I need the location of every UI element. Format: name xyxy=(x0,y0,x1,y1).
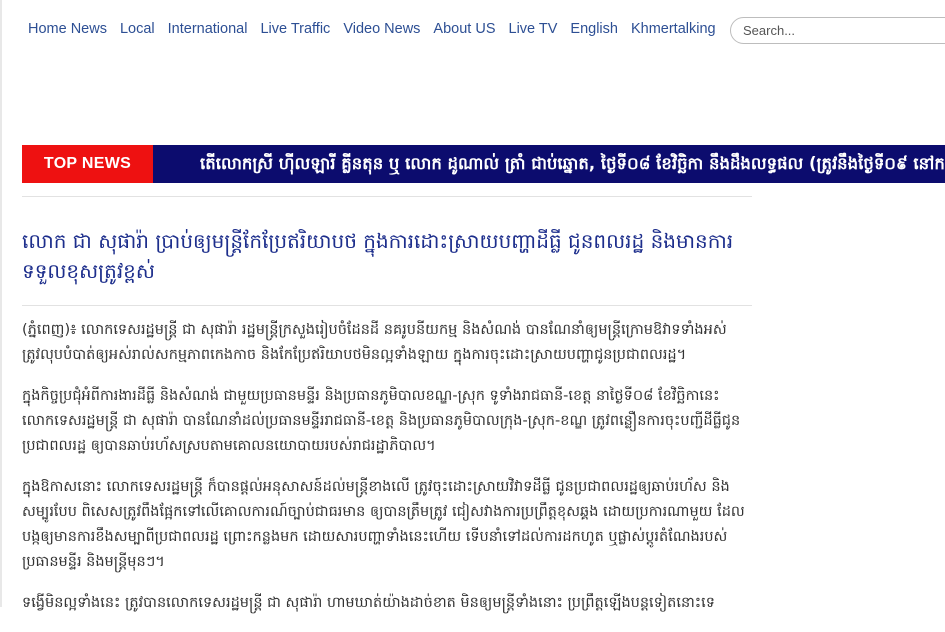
article-paragraph: ក្នុងឱកាសនោះ លោកទេសរដ្ឋមន្ត្រី ក៏បានផ្តល… xyxy=(22,479,745,570)
nav-local[interactable]: Local xyxy=(120,21,155,41)
article-title: លោក ជា សុផារ៉ា ប្រាប់ឲ្យមន្ត្រីកែប្រែឥរិ… xyxy=(22,229,734,283)
article-paragraph: (ភ្នំពេញ)៖ លោកទេសរដ្ឋមន្ត្រី ជា សុផារ៉ា … xyxy=(22,322,727,363)
article-paragraph: ទង្វើមិនល្អទាំងនេះ ត្រូវបានលោកទេសរដ្ឋមន្… xyxy=(22,595,715,611)
nav-live-tv[interactable]: Live TV xyxy=(509,21,558,41)
top-news-ticker: TOP NEWS តើលោកស្រី ហ៊ីលឡារី គ្លីនតុន ឬ ល… xyxy=(22,145,945,183)
nav-khmertalking[interactable]: Khmertalking xyxy=(631,21,716,41)
ticker-headline-link[interactable]: តើលោកស្រី ហ៊ីលឡារី គ្លីនតុន ឬ លោក ដូណាល់… xyxy=(200,145,945,183)
article-body: (ភ្នំពេញ)៖ លោកទេសរដ្ឋមន្ត្រី ជា សុផារ៉ា … xyxy=(22,318,752,632)
divider xyxy=(22,305,752,306)
divider xyxy=(22,196,752,197)
page-edge-rule xyxy=(0,0,2,607)
top-news-badge: TOP NEWS xyxy=(22,145,153,183)
nav-international[interactable]: International xyxy=(168,21,248,41)
nav-home-news[interactable]: Home News xyxy=(28,21,107,41)
search-input[interactable] xyxy=(730,17,945,44)
nav-about-us[interactable]: About US xyxy=(433,21,495,41)
nav-video-news[interactable]: Video News xyxy=(343,21,420,41)
article-paragraph: ក្នុងកិច្ចប្រជុំអំពីការងារដីធ្លី និងសំណង… xyxy=(22,388,741,454)
nav-english[interactable]: English xyxy=(570,21,618,41)
nav-live-traffic[interactable]: Live Traffic xyxy=(260,21,330,41)
main-nav: Home News Local International Live Traff… xyxy=(28,21,729,41)
